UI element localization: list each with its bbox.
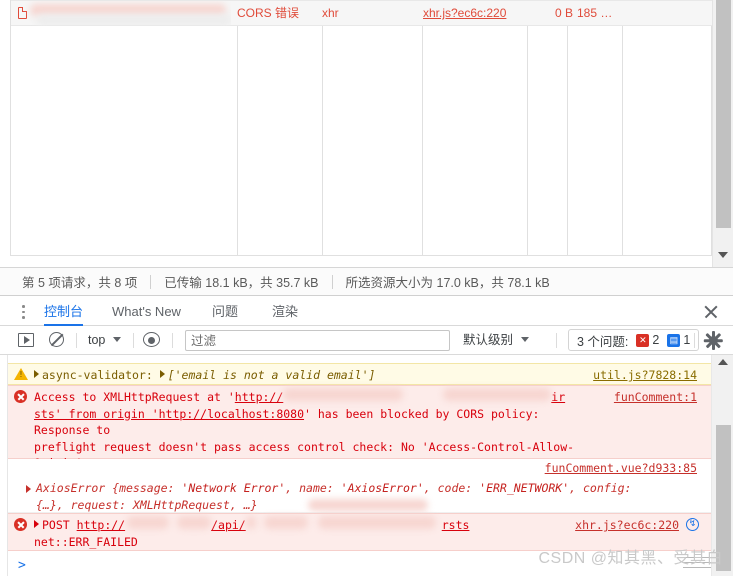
- warning-source-link[interactable]: util.js?7828:14: [593, 368, 697, 382]
- tab-whats-new-label: What's New: [112, 304, 181, 319]
- tab-rendering[interactable]: 渲染: [272, 297, 298, 326]
- chevron-down-icon: [520, 337, 529, 342]
- redacted-request-name: [30, 4, 226, 16]
- drawer-tab-bar: 控制台 What's New 问题 渲染: [0, 297, 733, 326]
- initiator-link[interactable]: xhr.js?ec6c:220: [423, 6, 506, 20]
- execution-context-label: top: [88, 333, 106, 347]
- network-column-dividers: [0, 0, 712, 255]
- request-status-cell: CORS 错误: [237, 6, 300, 20]
- request-time-cell: 185 …: [577, 6, 613, 20]
- network-requests-panel: xhr.js?... CORS 错误 xhr xhr.js?ec6c:220 0…: [0, 0, 733, 267]
- console-toolbar: top 默认级别 3 个问题: ✕ 2 ▤ 1: [0, 326, 733, 355]
- log-level-selector[interactable]: 默认级别: [463, 331, 529, 350]
- network-table-left-edge: [10, 0, 11, 255]
- error-icon: [14, 390, 28, 404]
- console-warning-message[interactable]: async-validator: ['email is not a valid …: [8, 363, 711, 385]
- summary-requests: 第 5 项请求，共 8 项: [22, 276, 138, 290]
- summary-divider-2: [331, 274, 333, 289]
- cors-error-source-link[interactable]: funComment:1: [614, 390, 697, 404]
- clear-console-icon[interactable]: [48, 331, 67, 350]
- issue-link-icon[interactable]: ↯: [686, 518, 699, 531]
- request-waterfall-cell: [632, 1, 712, 26]
- play-in-frame-icon[interactable]: [16, 331, 36, 350]
- console-message-list: async-validator: ['email is not a valid …: [0, 355, 733, 576]
- close-icon[interactable]: [702, 303, 719, 320]
- tab-whats-new[interactable]: What's New: [112, 297, 181, 326]
- devtools-window: xhr.js?... CORS 错误 xhr xhr.js?ec6c:220 0…: [0, 0, 733, 576]
- live-expression-icon[interactable]: [143, 331, 162, 350]
- cors-error-url-head[interactable]: http://: [235, 390, 283, 404]
- request-type-cell: xhr: [322, 6, 339, 20]
- error-badge-icon: ✕: [636, 333, 650, 347]
- request-name-cell[interactable]: [16, 1, 231, 26]
- disclosure-triangle-icon-2[interactable]: [159, 370, 165, 378]
- error-icon-2: [14, 518, 28, 532]
- info-badge-icon: ▤: [667, 333, 681, 347]
- issues-label: 3 个问题:: [577, 334, 629, 349]
- axios-error-source-link[interactable]: funComment.vue?d933:85: [545, 461, 697, 475]
- console-error-message-cors[interactable]: Access to XMLHttpRequest at 'http://ir st…: [8, 385, 711, 487]
- more-tools-icon[interactable]: [22, 305, 26, 319]
- summary-resources: 所选资源大小为 17.0 kB，共 78.1 kB: [345, 276, 550, 290]
- chevron-up-icon[interactable]: [718, 359, 728, 365]
- toolbar-divider-3: [172, 333, 173, 348]
- gear-icon[interactable]: [703, 331, 723, 350]
- axios-error-text: AxiosError {message: 'Network Error', na…: [26, 480, 699, 513]
- issues-counter-button[interactable]: 3 个问题: ✕ 2 ▤ 1: [568, 329, 700, 351]
- tab-issues-label: 问题: [212, 304, 239, 319]
- chevron-down-icon[interactable]: [718, 252, 728, 258]
- redacted-request-name-2: [36, 14, 231, 26]
- log-level-label: 默认级别: [463, 333, 514, 347]
- scrollbar-ticks: [683, 554, 711, 572]
- console-prompt-row[interactable]: >: [8, 551, 711, 576]
- cors-origin-url[interactable]: http://localhost:8080: [159, 407, 304, 421]
- post-error-source-link[interactable]: xhr.js?ec6c:220: [575, 518, 679, 532]
- warning-icon: [14, 368, 28, 382]
- toolbar-divider-4: [556, 333, 557, 348]
- disclosure-triangle-icon-4[interactable]: [34, 520, 39, 528]
- toolbar-divider-1: [76, 333, 77, 348]
- request-size-cell: 0 B: [554, 6, 573, 20]
- issues-error-count: 2: [652, 333, 660, 347]
- summary-transferred: 已传输 18.1 kB，共 35.7 kB: [164, 276, 319, 290]
- execution-context-selector[interactable]: top: [88, 331, 121, 350]
- prompt-caret-icon: >: [18, 558, 26, 573]
- console-left-rail: [0, 355, 8, 576]
- console-log-message-axios[interactable]: AxiosError {message: 'Network Error', na…: [8, 459, 711, 513]
- network-scrollbar-thumb[interactable]: [716, 0, 731, 228]
- chevron-down-icon: [112, 337, 121, 342]
- post-error-text: POST http:///api/rsts net::ERR_FAILED: [34, 516, 470, 549]
- tab-rendering-label: 渲染: [272, 304, 299, 319]
- network-vertical-scrollbar[interactable]: [712, 0, 733, 267]
- post-url-head[interactable]: http://: [77, 518, 125, 532]
- disclosure-triangle-icon[interactable]: [34, 370, 39, 378]
- console-scrollbar-thumb[interactable]: [716, 425, 731, 571]
- tab-issues[interactable]: 问题: [212, 297, 238, 326]
- summary-divider-1: [150, 274, 152, 289]
- tab-console-label: 控制台: [44, 304, 84, 319]
- search-input[interactable]: [185, 330, 450, 351]
- tab-console[interactable]: 控制台: [44, 297, 84, 326]
- disclosure-triangle-icon-3[interactable]: [26, 485, 31, 493]
- toolbar-divider-5: [694, 333, 695, 348]
- network-table-bottom-border: [10, 255, 712, 256]
- table-row[interactable]: CORS 错误 xhr xhr.js?ec6c:220 0 B 185 …: [10, 1, 712, 26]
- network-summary-bar: 第 5 项请求，共 8 项 已传输 18.1 kB，共 35.7 kB 所选资源…: [0, 267, 733, 296]
- console-vertical-scrollbar[interactable]: [711, 355, 733, 576]
- issues-info-count: 1: [683, 333, 691, 347]
- console-error-message-post[interactable]: POST http:///api/rsts net::ERR_FAILED xhr…: [8, 513, 711, 551]
- request-initiator-cell[interactable]: xhr.js?ec6c:220: [423, 1, 523, 26]
- toolbar-divider-2: [133, 333, 134, 348]
